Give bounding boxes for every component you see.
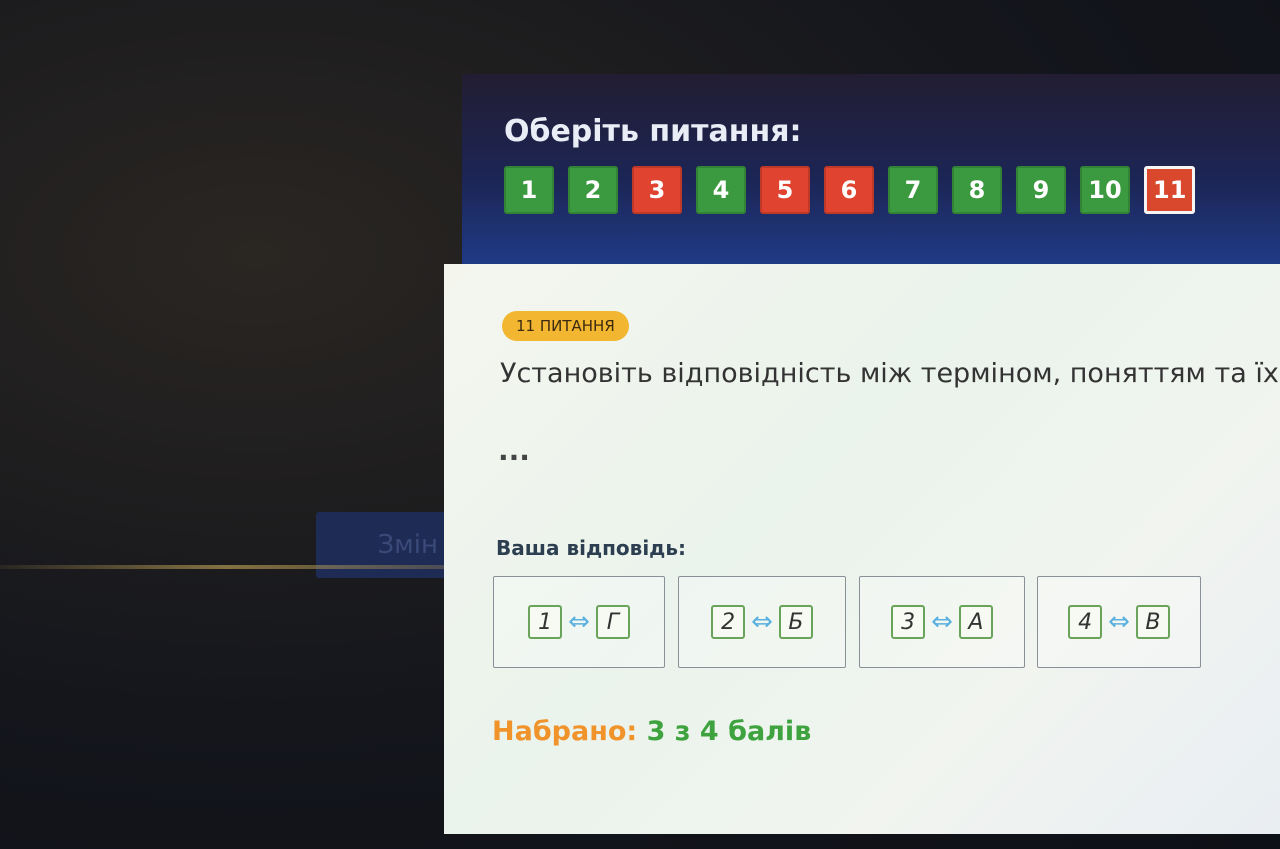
- score-line: Набрано: 3 з 4 балів: [492, 716, 811, 747]
- question-button-11[interactable]: 11: [1144, 166, 1196, 214]
- double-arrow-icon: ⇔: [1108, 607, 1130, 637]
- pair-left-box: 2: [711, 605, 746, 639]
- question-nav-title: Оберіть питання:: [504, 114, 802, 149]
- answer-pair-4: 4 ⇔ В: [1037, 576, 1201, 668]
- question-number-badge: 11 ПИТАННЯ: [502, 311, 629, 341]
- question-button-3[interactable]: 3: [632, 166, 682, 214]
- question-button-5[interactable]: 5: [760, 166, 810, 214]
- question-button-1[interactable]: 1: [504, 166, 554, 214]
- question-button-6[interactable]: 6: [824, 166, 874, 214]
- screen-glare: [0, 565, 450, 569]
- pair-right-box: А: [958, 605, 993, 639]
- question-nav: 1 2 3 4 5 6 7 8 9 10 11: [504, 166, 1209, 214]
- question-button-8[interactable]: 8: [952, 166, 1002, 214]
- pair-left-box: 3: [891, 605, 926, 639]
- question-ellipsis: ...: [498, 434, 530, 467]
- score-label: Набрано:: [492, 716, 638, 747]
- question-button-10[interactable]: 10: [1080, 166, 1130, 214]
- question-button-2[interactable]: 2: [568, 166, 618, 214]
- question-button-4[interactable]: 4: [696, 166, 746, 214]
- pair-left-box: 4: [1068, 605, 1103, 639]
- double-arrow-icon: ⇔: [751, 607, 773, 637]
- answer-pair-2: 2 ⇔ Б: [678, 576, 846, 668]
- double-arrow-icon: ⇔: [568, 607, 590, 637]
- pair-right-box: В: [1135, 605, 1170, 639]
- question-button-7[interactable]: 7: [888, 166, 938, 214]
- score-value: 3 з 4 балів: [646, 716, 812, 747]
- question-nav-panel: Оберіть питання: 1 2 3 4 5 6 7 8 9 10 11: [462, 74, 1280, 264]
- answer-pairs: 1 ⇔ Г 2 ⇔ Б 3 ⇔ А 4 ⇔ В: [493, 576, 1280, 672]
- answer-label: Ваша відповідь:: [496, 536, 686, 560]
- question-text: Установіть відповідність між терміном, п…: [500, 358, 1280, 389]
- question-button-9[interactable]: 9: [1016, 166, 1066, 214]
- answer-pair-1: 1 ⇔ Г: [493, 576, 665, 668]
- pair-right-box: Б: [778, 605, 813, 639]
- pair-left-box: 1: [528, 605, 563, 639]
- double-arrow-icon: ⇔: [931, 607, 953, 637]
- answer-pair-3: 3 ⇔ А: [859, 576, 1025, 668]
- question-card: 11 ПИТАННЯ Установіть відповідність між …: [444, 264, 1280, 834]
- pair-right-box: Г: [595, 605, 630, 639]
